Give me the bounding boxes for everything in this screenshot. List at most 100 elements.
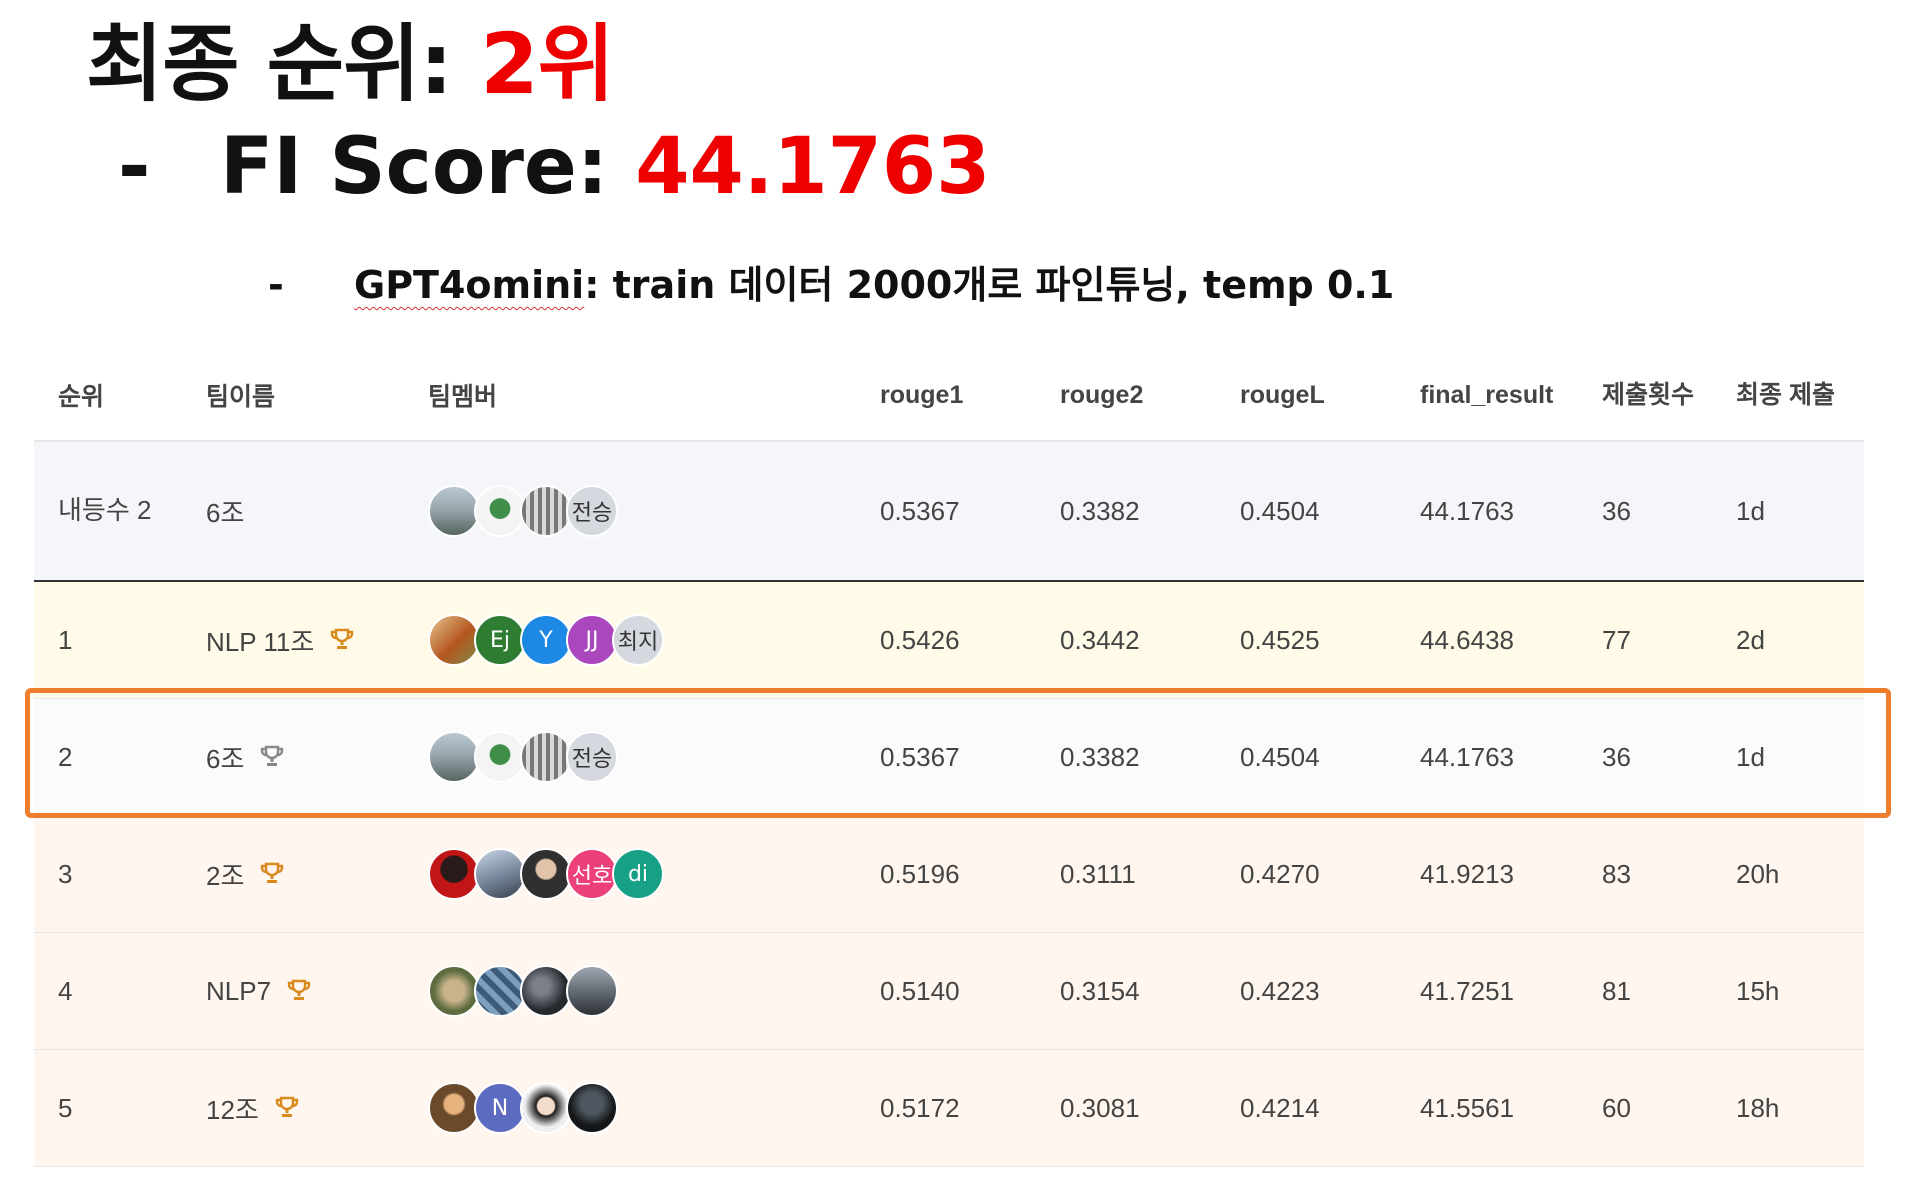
note-model: GPT4omini: [354, 263, 585, 307]
header-rougeL[interactable]: rougeL: [1240, 350, 1400, 440]
cell-team[interactable]: NLP 11조: [206, 582, 406, 698]
my-final-result: 44.1763: [1420, 495, 1514, 526]
header-team[interactable]: 팀이름: [206, 350, 406, 440]
note-text: : train 데이터 2000개로 파인튜닝, temp 0.1: [584, 263, 1395, 307]
member-initials-avatar[interactable]: Ej: [474, 614, 526, 666]
member-avatars: 전승: [428, 485, 618, 537]
cell-rouge2: 0.3154: [1060, 975, 1140, 1006]
team-name[interactable]: NLP7: [206, 976, 271, 1007]
member-initials-avatar[interactable]: 최지: [612, 614, 664, 666]
outdoor-avatar[interactable]: [474, 848, 526, 900]
cell-final-result: 41.5561: [1420, 1092, 1514, 1123]
trophy-icon: [330, 627, 354, 653]
table-row: 5 12조 N 0.5172 0.3081 0.4214 41.5561 60 18h: [34, 1050, 1864, 1167]
member-initials-avatar[interactable]: di: [612, 848, 664, 900]
rank-value: 2위: [480, 15, 615, 113]
landscape-avatar[interactable]: [428, 485, 480, 537]
header-members[interactable]: 팀멤버: [428, 350, 848, 440]
cell-rougeL: 0.4214: [1240, 1092, 1320, 1123]
trophy-icon: [260, 861, 284, 887]
cell-members: 선호 di: [428, 816, 848, 932]
member-avatars: N: [428, 1082, 618, 1134]
cell-rouge1: 0.5172: [880, 1092, 960, 1123]
my-rougeL: 0.4504: [1240, 495, 1320, 526]
header-rank[interactable]: 순위: [58, 350, 168, 440]
final-rank-title: 최종 순위: 2위: [86, 22, 615, 106]
cell-rouge1: 0.5140: [880, 975, 960, 1006]
pattern-avatar[interactable]: [474, 965, 526, 1017]
cell-rougeL: 0.4223: [1240, 975, 1320, 1006]
girl-avatar[interactable]: [520, 1082, 572, 1134]
cat-avatar[interactable]: [428, 965, 480, 1017]
team-name[interactable]: 12조: [206, 1090, 259, 1127]
dark-avatar[interactable]: [520, 965, 572, 1017]
cell-rank: 5: [58, 1092, 73, 1123]
team-name[interactable]: NLP 11조: [206, 622, 314, 659]
table-row: 3 2조 선호 di 0.5196 0.3111 0.4270 41.9213 83 20h: [34, 816, 1864, 933]
member-avatars: Ej Y JJ 최지: [428, 614, 664, 666]
cell-rouge2: 0.3442: [1060, 624, 1140, 655]
cell-rougeL: 0.4525: [1240, 624, 1320, 655]
score-line: - FI Score: 44.1763: [118, 128, 990, 206]
member-initials-avatar[interactable]: N: [474, 1082, 526, 1134]
table-header: 순위 팀이름 팀멤버 rouge1 rouge2 rougeL final_re…: [34, 350, 1864, 442]
cell-rank: 3: [58, 858, 73, 889]
score-value: 44.1763: [635, 122, 991, 212]
cell-rougeL: 0.4270: [1240, 858, 1320, 889]
header-rouge1[interactable]: rouge1: [880, 350, 1040, 440]
member-avatars: [428, 965, 618, 1017]
trophy-icon: [287, 978, 311, 1004]
header-final-result[interactable]: final_result: [1420, 350, 1580, 440]
cell-rank: 1: [58, 624, 73, 655]
night-avatar[interactable]: [566, 1082, 618, 1134]
my-submissions: 36: [1602, 495, 1631, 526]
figure-avatar[interactable]: [474, 485, 526, 537]
table-row: 1 NLP 11조 Ej Y JJ 최지 0.5426 0.3442 0.4525 44.6438…: [34, 582, 1864, 699]
my-rank: 내등수 2: [58, 495, 152, 526]
cell-rouge2: 0.3081: [1060, 1092, 1140, 1123]
highlight-box: [25, 688, 1891, 818]
my-rank-row: 내등수 2 6조 전승 0.5367 0.3382 0.4504 44.1763…: [34, 442, 1864, 582]
score-label: FI Score:: [220, 122, 636, 212]
my-team[interactable]: 6조: [206, 442, 406, 580]
cell-final-result: 44.6438: [1420, 624, 1514, 655]
cell-submissions: 81: [1602, 975, 1631, 1006]
character-avatar[interactable]: [428, 1082, 480, 1134]
header-rouge2[interactable]: rouge2: [1060, 350, 1220, 440]
dog-avatar[interactable]: [428, 614, 480, 666]
person-avatar[interactable]: [520, 848, 572, 900]
my-rouge2: 0.3382: [1060, 495, 1140, 526]
cell-team[interactable]: NLP7: [206, 933, 406, 1049]
cell-final-result: 41.7251: [1420, 975, 1514, 1006]
member-initials-avatar[interactable]: 전승: [566, 485, 618, 537]
cell-rouge1: 0.5426: [880, 624, 960, 655]
cell-submissions: 83: [1602, 858, 1631, 889]
member-initials-avatar[interactable]: Y: [520, 614, 572, 666]
qr-avatar[interactable]: [520, 485, 572, 537]
cell-submissions: 77: [1602, 624, 1631, 655]
my-last-submit: 1d: [1736, 495, 1765, 526]
member-avatars: 선호 di: [428, 848, 664, 900]
cell-members: [428, 933, 848, 1049]
header-submissions[interactable]: 제출횟수: [1602, 350, 1712, 440]
cell-members: N: [428, 1050, 848, 1166]
table-row: 4 NLP7 0.5140 0.3154 0.4223 41.7251 81 15h: [34, 933, 1864, 1050]
header-last-submit[interactable]: 최종 제출: [1736, 350, 1846, 440]
member-initials-avatar[interactable]: JJ: [566, 614, 618, 666]
cell-last-submit: 18h: [1736, 1092, 1780, 1123]
trophy-icon: [275, 1095, 299, 1121]
red-portrait-avatar[interactable]: [428, 848, 480, 900]
rank-label: 최종 순위:: [86, 15, 481, 113]
cell-last-submit: 2d: [1736, 624, 1765, 655]
score-dash: -: [118, 122, 151, 212]
street-avatar[interactable]: [566, 965, 618, 1017]
cell-team[interactable]: 12조: [206, 1050, 406, 1166]
cell-submissions: 60: [1602, 1092, 1631, 1123]
cell-rank: 4: [58, 975, 73, 1006]
member-initials-avatar[interactable]: 선호: [566, 848, 618, 900]
cell-last-submit: 20h: [1736, 858, 1780, 889]
team-name[interactable]: 2조: [206, 856, 244, 893]
cell-rouge2: 0.3111: [1060, 858, 1136, 889]
method-note: - GPT4omini: train 데이터 2000개로 파인튜닝, temp …: [268, 266, 1394, 304]
cell-team[interactable]: 2조: [206, 816, 406, 932]
